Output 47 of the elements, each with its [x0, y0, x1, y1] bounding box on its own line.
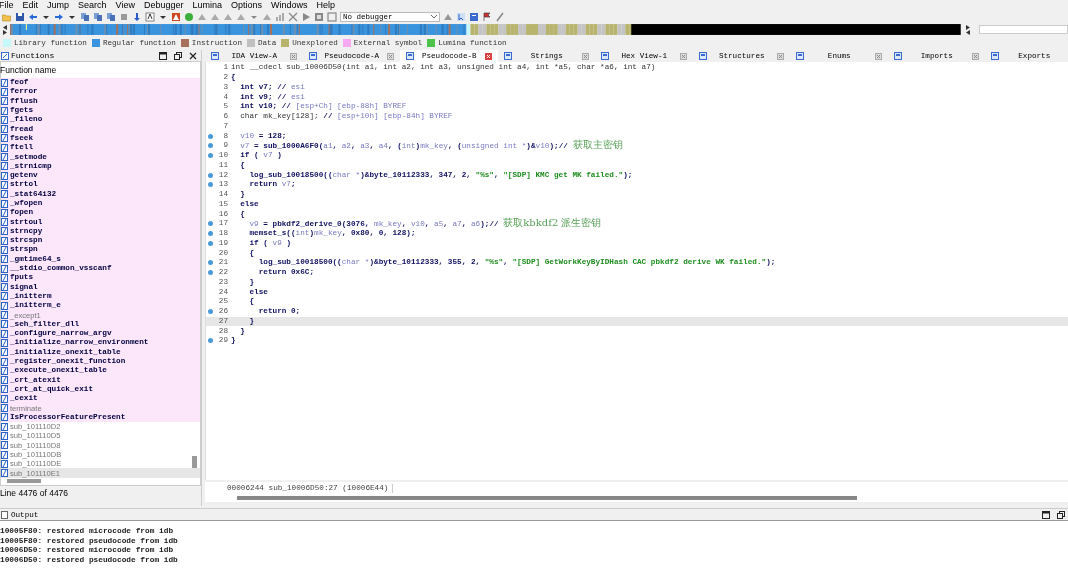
- column-header[interactable]: Function name: [0, 62, 200, 78]
- restore-icon[interactable]: [1057, 510, 1065, 519]
- text-icon[interactable]: [145, 12, 155, 22]
- tab-icon: [796, 52, 804, 60]
- tab-icon: [503, 52, 512, 60]
- panel-title: Functions: [11, 51, 55, 60]
- menu-item[interactable]: Edit: [22, 1, 39, 10]
- back-arrow-icon[interactable]: [28, 12, 38, 22]
- play-icon[interactable]: [301, 12, 311, 22]
- menu-item[interactable]: Jump: [47, 1, 70, 10]
- stop-icon[interactable]: [327, 12, 337, 22]
- caret-icon: [431, 15, 437, 19]
- tab-icon: [893, 52, 902, 60]
- document-icon[interactable]: [469, 12, 479, 22]
- menu-item[interactable]: Options: [231, 1, 263, 10]
- close-icon[interactable]: [189, 51, 197, 60]
- scrollbar-thumb[interactable]: [7, 479, 41, 483]
- pause-icon[interactable]: [314, 12, 324, 22]
- menu-item[interactable]: File: [0, 1, 14, 10]
- scrollbar-thumb[interactable]: [192, 456, 197, 468]
- menu-item[interactable]: Help: [316, 1, 336, 10]
- restore-icon[interactable]: [174, 51, 182, 60]
- scroll-arrows-icon[interactable]: [964, 24, 971, 35]
- menu-item[interactable]: Lumina: [192, 1, 222, 10]
- tab-icon: [601, 52, 609, 60]
- navigation-band[interactable]: [9, 24, 961, 35]
- flag-icon[interactable]: [482, 12, 492, 22]
- scrollbar-thumb[interactable]: [237, 496, 857, 500]
- save-icon[interactable]: [15, 12, 25, 22]
- menu-item[interactable]: Windows: [271, 1, 308, 10]
- maximize-icon[interactable]: [159, 51, 167, 60]
- menu-item[interactable]: Search: [78, 1, 107, 10]
- chart-icon[interactable]: [275, 12, 285, 22]
- menu-item[interactable]: Debugger: [143, 1, 184, 10]
- tab-icon: [991, 52, 999, 60]
- tab-icon: [308, 52, 317, 60]
- menu-item[interactable]: View: [115, 1, 135, 10]
- status-text: Line 4476 of 4476: [0, 487, 70, 500]
- maximize-icon[interactable]: [1042, 510, 1050, 519]
- forward-arrow-icon[interactable]: [54, 12, 64, 22]
- scroll-arrows-icon[interactable]: [2, 24, 8, 35]
- down-arrow-icon[interactable]: [132, 12, 142, 22]
- tab-icon: [211, 52, 219, 60]
- circle-icon[interactable]: [184, 12, 194, 22]
- tab-icon: [406, 52, 414, 60]
- address-field[interactable]: [978, 25, 1068, 34]
- tab-icon: [698, 52, 707, 60]
